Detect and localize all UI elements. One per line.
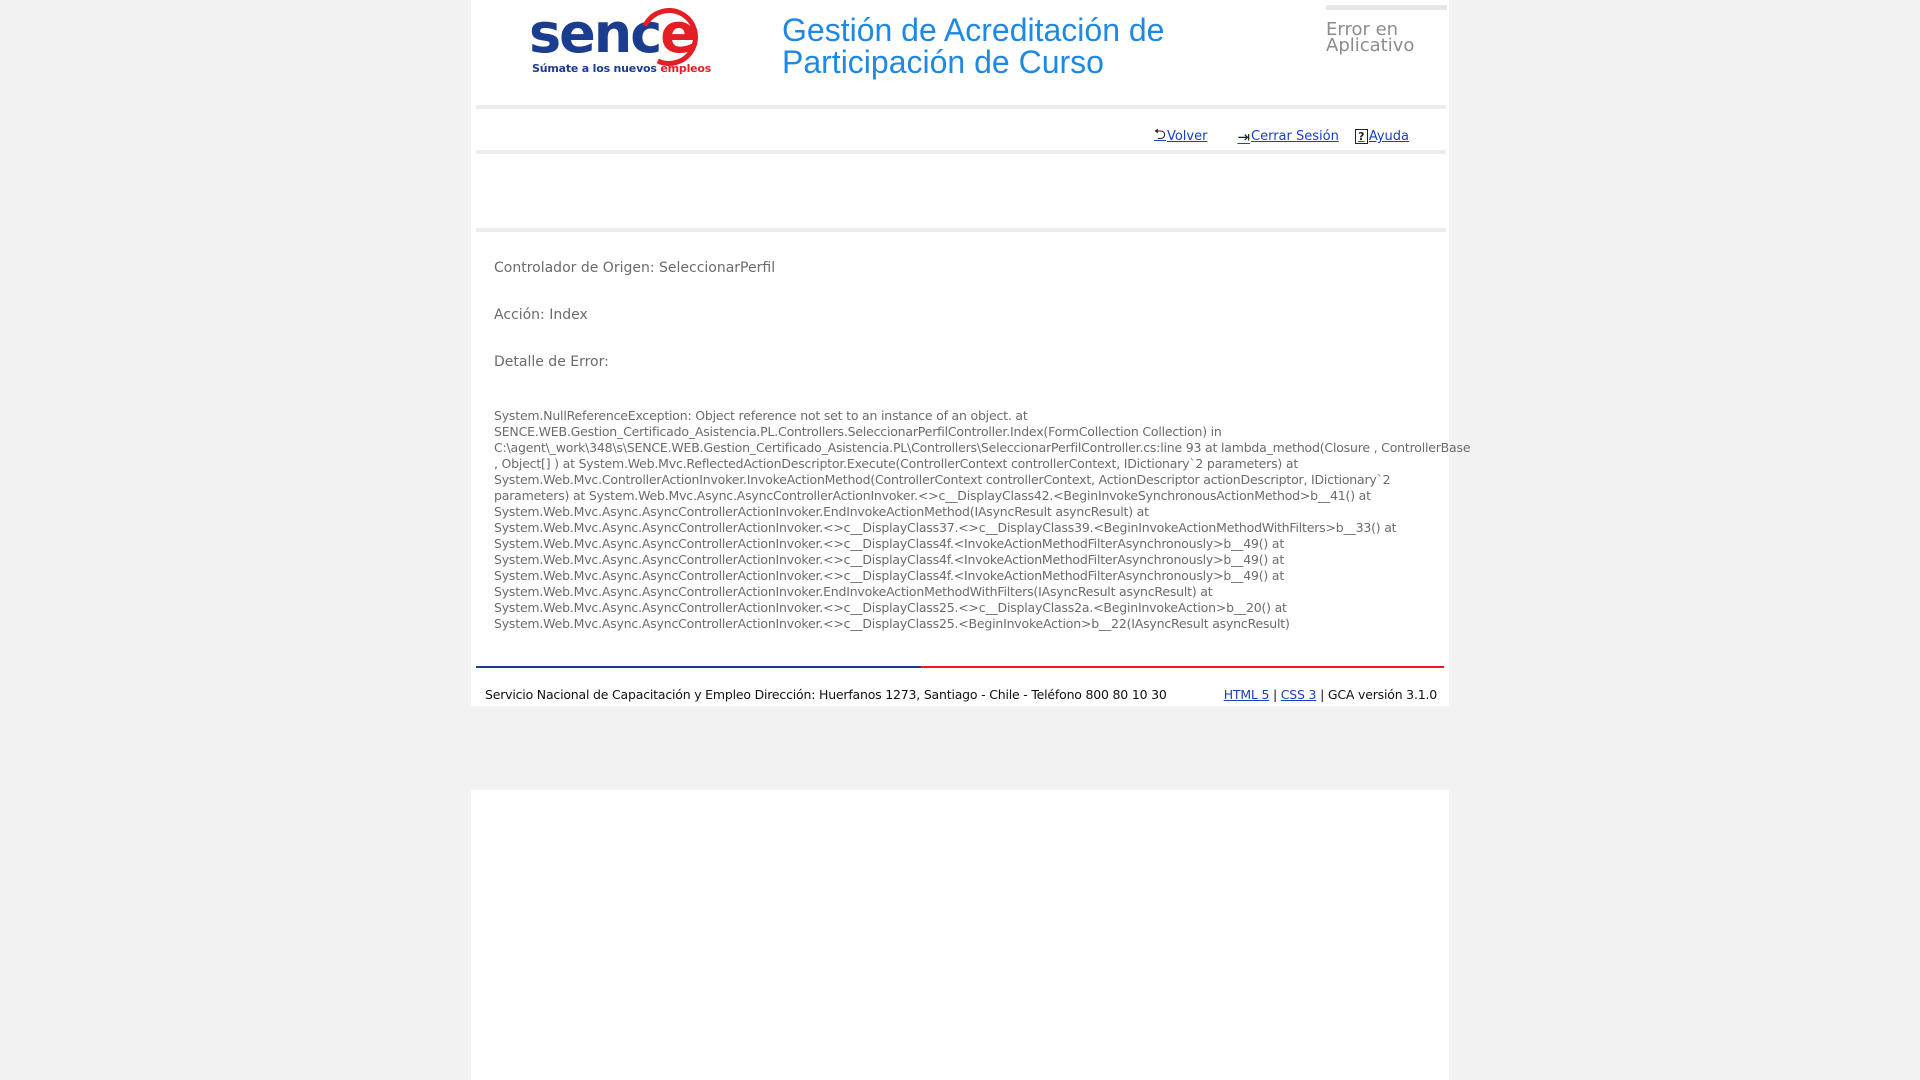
lower-card <box>471 790 1449 1080</box>
error-header: Error en Aplicativo <box>1326 5 1447 56</box>
back-link-label: Volver <box>1166 129 1208 144</box>
stack-line: System.Web.Mvc.Async.AsyncControllerActi… <box>494 536 1285 551</box>
stack-line: System.Web.Mvc.Async.AsyncControllerActi… <box>494 616 1290 631</box>
stack-trace: System.NullReferenceException: Object re… <box>494 408 1471 632</box>
logo-tagline: Súmate a los nuevos empleos <box>532 62 712 75</box>
css3-link[interactable]: CSS 3 <box>1281 687 1317 702</box>
stack-line: System.Web.Mvc.Async.AsyncControllerActi… <box>494 504 1149 519</box>
footer-address: Servicio Nacional de Capacitación y Empl… <box>485 687 1167 702</box>
html5-link[interactable]: HTML 5 <box>1224 687 1270 702</box>
stack-line: System.Web.Mvc.Async.AsyncControllerActi… <box>494 600 1287 615</box>
stack-line: System.NullReferenceException: Object re… <box>494 408 1028 423</box>
stack-line: System.Web.Mvc.Async.AsyncControllerActi… <box>494 552 1285 567</box>
page: sence Súmate a los nuevos empleos Gestió… <box>471 0 1471 1080</box>
stack-line: C:\agent\_work\348\s\SENCE.WEB.Gestion_C… <box>494 440 1471 455</box>
footer-separator: | <box>1272 687 1277 702</box>
stack-line: System.Web.Mvc.Async.AsyncControllerActi… <box>494 584 1213 599</box>
question-box-icon: ? <box>1354 129 1368 144</box>
stack-line: parameters) at System.Web.Mvc.Async.Asyn… <box>494 488 1371 503</box>
footer-divider <box>476 666 1444 668</box>
nav-divider <box>476 150 1446 154</box>
section-divider <box>476 228 1446 232</box>
help-link[interactable]: ? Ayuda <box>1354 124 1409 149</box>
stack-line: System.Web.Mvc.Async.AsyncControllerActi… <box>494 568 1285 583</box>
page-title: Gestión de Acreditación de Participación… <box>782 12 1165 80</box>
stack-line: System.Web.Mvc.ControllerActionInvoker.I… <box>494 472 1391 487</box>
origin-controller: Controlador de Origen: SeleccionarPerfil <box>494 260 776 276</box>
stack-line: , Object[] ) at System.Web.Mvc.Reflected… <box>494 456 1299 471</box>
footer: Servicio Nacional de Capacitación y Empl… <box>485 687 1437 702</box>
header-divider <box>476 105 1446 109</box>
stack-line: SENCE.WEB.Gestion_Certificado_Asistencia… <box>494 424 1222 439</box>
logout-icon: ⇥ <box>1237 127 1251 146</box>
error-detail-label: Detalle de Error: <box>494 354 609 370</box>
top-nav: ⮌ Volver ⇥ Cerrar Sesión ? Ayuda <box>1154 124 1409 149</box>
app-version: GCA versión 3.1.0 <box>1327 687 1437 702</box>
footer-divider-red <box>921 666 1444 668</box>
main-card: sence Súmate a los nuevos empleos Gestió… <box>471 0 1471 706</box>
stack-line: System.Web.Mvc.Async.AsyncControllerActi… <box>494 520 1397 535</box>
help-link-label: Ayuda <box>1368 129 1409 144</box>
action-field: Acción: Index <box>494 307 588 323</box>
footer-separator: | <box>1320 687 1325 702</box>
logout-link[interactable]: ⇥ Cerrar Sesión <box>1237 124 1338 149</box>
page-gap <box>471 706 1449 790</box>
logout-link-label: Cerrar Sesión <box>1251 129 1339 144</box>
footer-divider-blue <box>476 666 921 668</box>
footer-links: HTML 5 | CSS 3 | GCA versión 3.1.0 <box>1224 687 1438 702</box>
back-link[interactable]: ⮌ Volver <box>1154 124 1208 149</box>
error-content: Controlador de Origen: SeleccionarPerfil… <box>494 258 1471 632</box>
error-title: Error en Aplicativo <box>1326 19 1415 56</box>
sence-logo[interactable]: sence Súmate a los nuevos empleos <box>529 0 712 76</box>
undo-arrow-icon: ⮌ <box>1153 125 1166 143</box>
